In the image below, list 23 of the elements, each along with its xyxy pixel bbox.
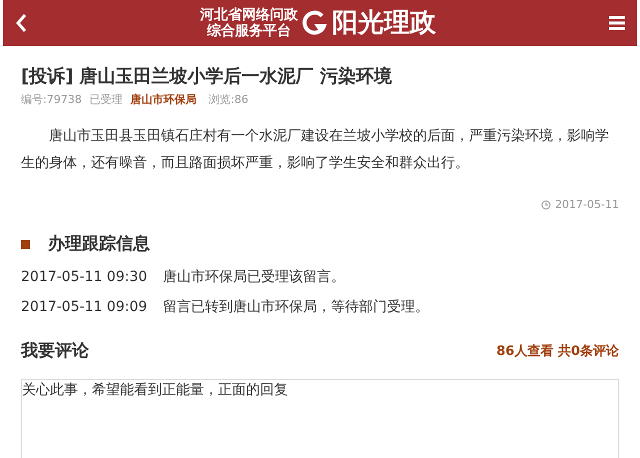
section-marker-icon bbox=[21, 240, 30, 249]
post-date: 2017-05-11 bbox=[555, 197, 619, 213]
post-number: 编号:79738 bbox=[21, 92, 82, 108]
back-icon[interactable] bbox=[15, 13, 27, 33]
logo-text: 河北省网络问政 bbox=[200, 8, 298, 22]
section-title: 办理跟踪信息 bbox=[48, 232, 150, 256]
post-title: [投诉] 唐山玉田兰坡小学后一水泥厂 污染环境 bbox=[21, 66, 393, 88]
section-title: 我要评论 bbox=[21, 340, 89, 363]
post-status: 已受理 bbox=[90, 92, 123, 108]
comment-stats: 86人查看 共0条评论 bbox=[496, 343, 619, 361]
comment-field[interactable]: 关心此事，希望能看到正能量，正面的回复 bbox=[21, 378, 619, 458]
logo-icon bbox=[302, 10, 328, 36]
entry-time: 2017-05-11 09:30 bbox=[21, 268, 148, 287]
logo-brand: 阳光理政 bbox=[332, 6, 436, 40]
logo-text: 综合服务平台 bbox=[207, 24, 291, 38]
entry-text: 留言已转到唐山市环保局，等待部门受理。 bbox=[163, 298, 430, 317]
clock-icon bbox=[541, 200, 552, 210]
view-count: 浏览:86 bbox=[208, 92, 248, 108]
department-link[interactable]: 唐山市环保局 bbox=[130, 92, 197, 108]
menu-icon[interactable] bbox=[609, 16, 625, 30]
entry-time: 2017-05-11 09:09 bbox=[21, 298, 148, 317]
post-body: 唐山市玉田县玉田镇石庄村有一个水泥厂建设在兰坡小学校的后面，严重污染环境，影响学生的身体，还有噪音，而且路面损坏严重，影响了学生安全和群众出行。 bbox=[21, 127, 610, 173]
entry-text: 唐山市环保局已受理该留言。 bbox=[163, 268, 346, 287]
